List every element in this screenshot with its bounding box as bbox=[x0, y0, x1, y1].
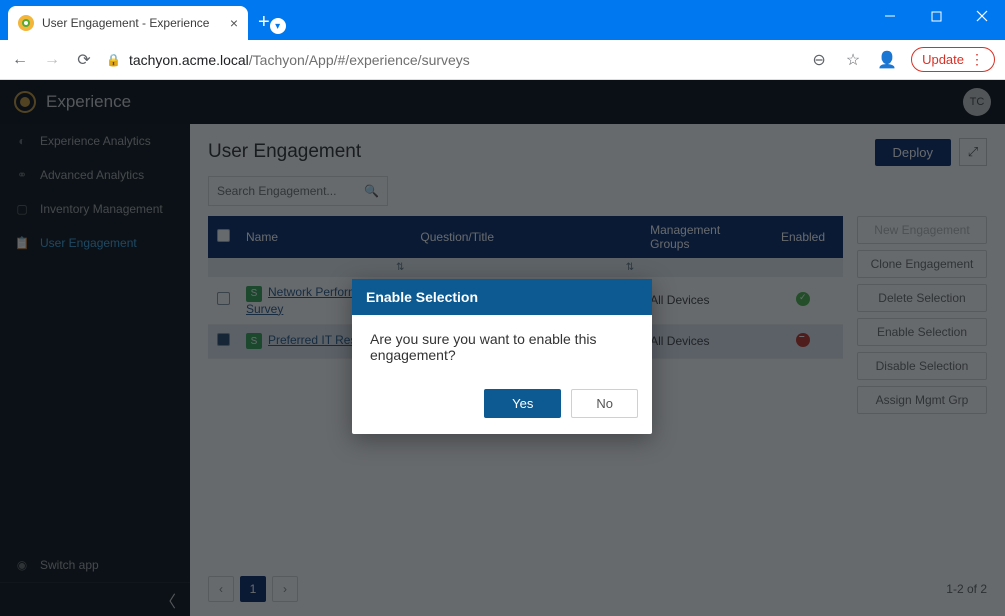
app-root: Experience TC ◐Experience Analytics ⚭Adv… bbox=[0, 80, 1005, 616]
address-bar[interactable]: 🔒 tachyon.acme.local/Tachyon/App/#/exper… bbox=[106, 52, 797, 68]
kebab-menu-icon[interactable]: ⋮ bbox=[970, 51, 984, 68]
dialog-yes-button[interactable]: Yes bbox=[484, 389, 561, 418]
browser-toolbar: ← → ⟳ 🔒 tachyon.acme.local/Tachyon/App/#… bbox=[0, 40, 1005, 80]
window-minimize-button[interactable] bbox=[867, 0, 913, 32]
browser-tab[interactable]: User Engagement - Experience × bbox=[8, 6, 248, 40]
enable-selection-dialog: Enable Selection Are you sure you want t… bbox=[352, 279, 652, 434]
tab-title: User Engagement - Experience bbox=[42, 16, 222, 30]
dialog-no-button[interactable]: No bbox=[571, 389, 638, 418]
close-tab-icon[interactable]: × bbox=[230, 15, 238, 31]
favicon-icon bbox=[18, 15, 34, 31]
profile-icon[interactable]: 👤 bbox=[877, 50, 897, 70]
browser-tab-strip: User Engagement - Experience × + ▾ bbox=[0, 0, 1005, 40]
url-path: /Tachyon/App/#/experience/surveys bbox=[249, 52, 470, 68]
tab-search-icon[interactable]: ▾ bbox=[270, 18, 286, 34]
back-button[interactable]: ← bbox=[10, 51, 30, 69]
url-host: tachyon.acme.local bbox=[129, 52, 249, 68]
update-button[interactable]: Update ⋮ bbox=[911, 47, 995, 72]
dialog-body: Are you sure you want to enable this eng… bbox=[352, 315, 652, 379]
lock-icon: 🔒 bbox=[106, 53, 121, 67]
window-close-button[interactable] bbox=[959, 0, 1005, 32]
dialog-title: Enable Selection bbox=[352, 279, 652, 315]
window-maximize-button[interactable] bbox=[913, 0, 959, 32]
reload-button[interactable]: ⟳ bbox=[74, 50, 94, 70]
forward-button[interactable]: → bbox=[42, 51, 62, 69]
bookmark-icon[interactable]: ☆ bbox=[843, 50, 863, 70]
update-label: Update bbox=[922, 52, 964, 67]
new-tab-button[interactable]: + bbox=[258, 11, 270, 34]
zoom-icon[interactable]: ⊖ bbox=[809, 50, 829, 70]
